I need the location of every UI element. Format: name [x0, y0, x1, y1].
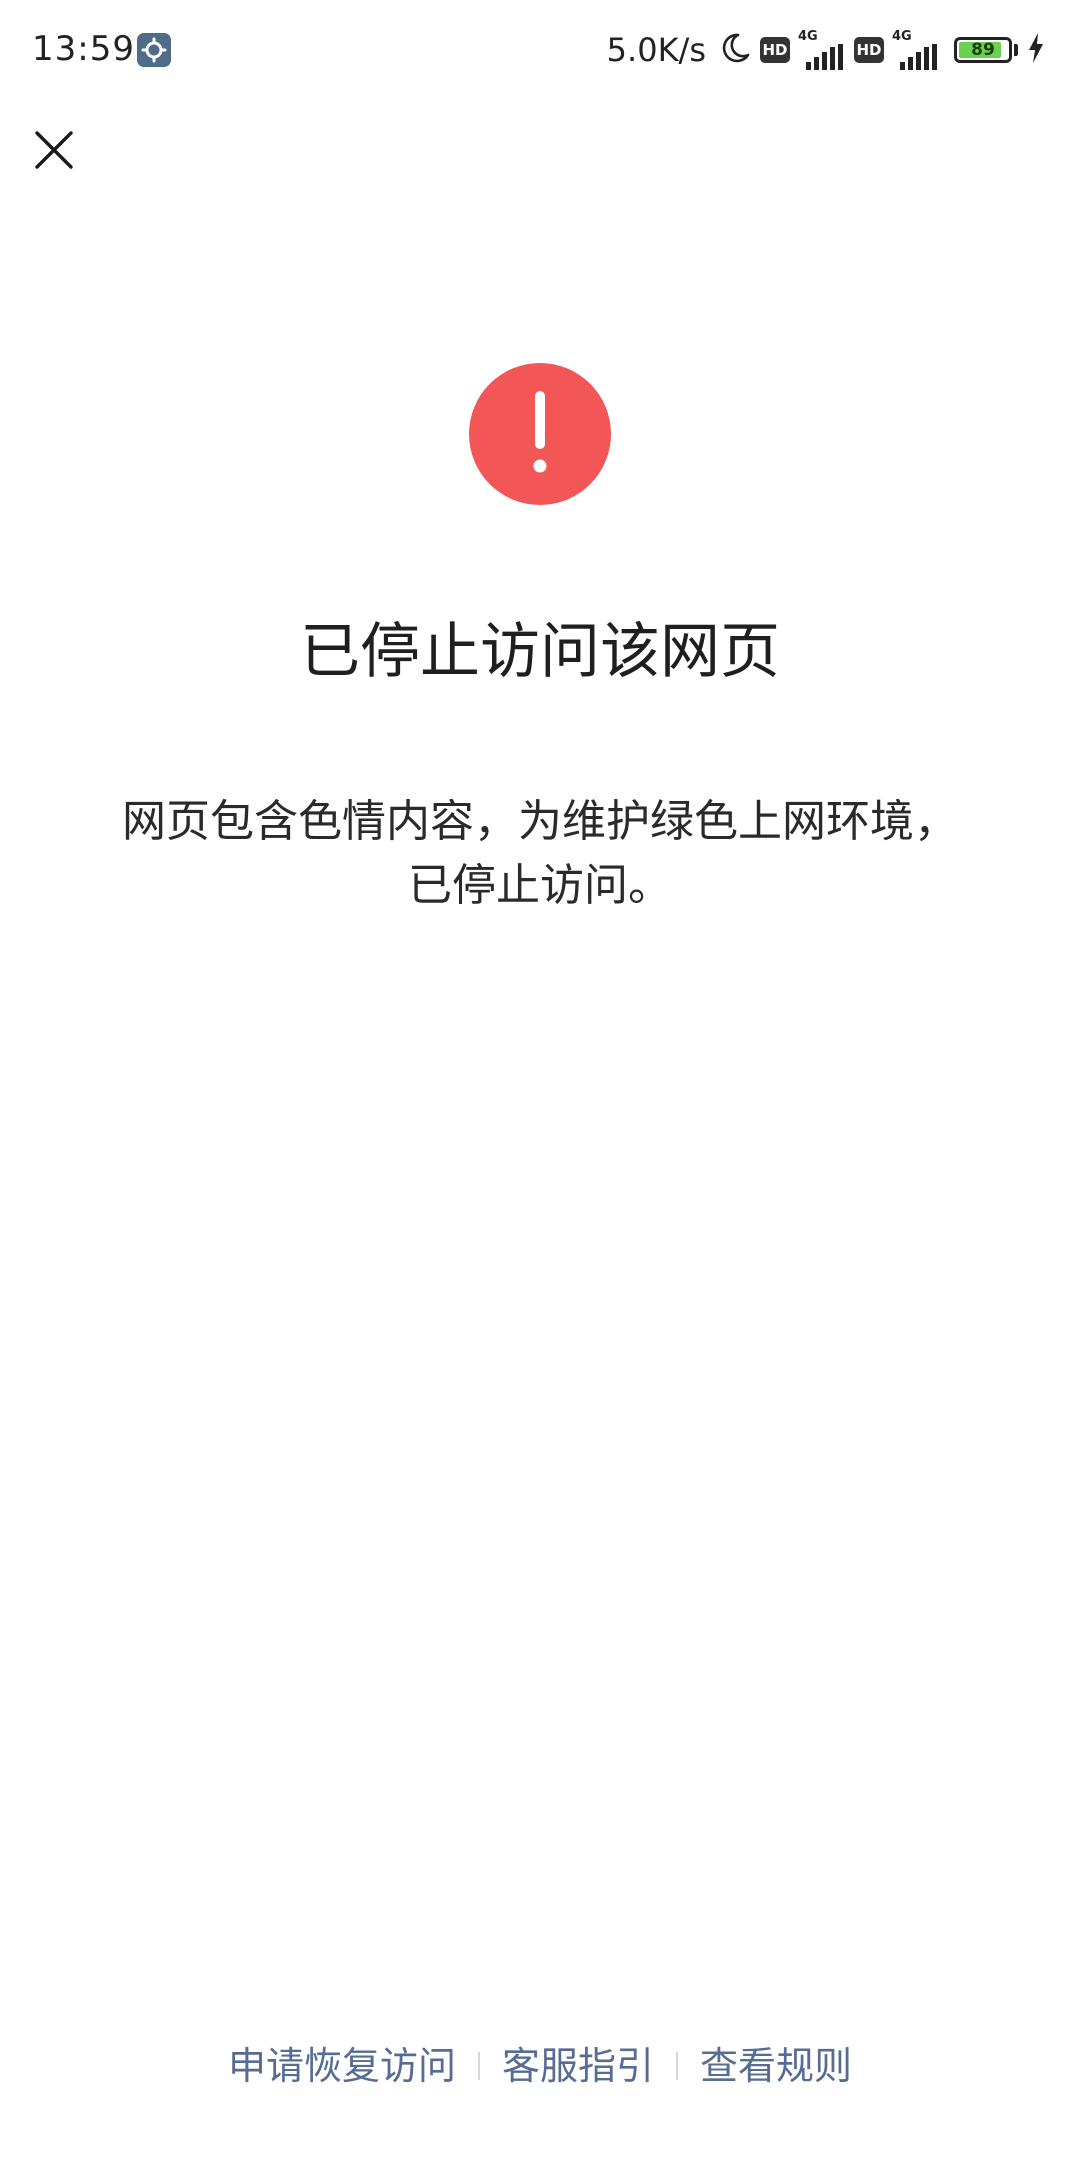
- footer-links: 申请恢复访问 客服指引 查看规则: [0, 2036, 1080, 2096]
- hd-badge-sim1: HD: [760, 37, 790, 63]
- status-bar: 13:59 5.0K/s HD 4G HD 4G 89: [0, 0, 1080, 100]
- customer-service-guide-link[interactable]: 客服指引: [502, 2038, 654, 2094]
- signal-icon-sim2: 4G: [892, 30, 940, 70]
- signal-icon-sim1: 4G: [798, 30, 846, 70]
- footer-divider: [477, 2052, 480, 2080]
- hd-badge-sim2: HD: [854, 37, 884, 63]
- battery-cap: [1014, 44, 1018, 56]
- close-icon: [35, 131, 73, 169]
- page-title: 已停止访问该网页: [300, 617, 780, 687]
- lightning-icon: [1026, 31, 1046, 69]
- network-speed: 5.0K/s: [606, 31, 706, 69]
- description-line-2: 已停止访问。: [408, 860, 672, 911]
- network-type-sim2: 4G: [892, 29, 912, 44]
- view-rules-link[interactable]: 查看规则: [700, 2038, 852, 2094]
- battery-level: 89: [971, 40, 995, 60]
- status-time: 13:59: [32, 29, 135, 69]
- battery-icon: 89: [954, 37, 1012, 63]
- description-line-1: 网页包含色情内容，为维护绿色上网环境，: [122, 796, 958, 847]
- network-type-sim1: 4G: [798, 29, 818, 44]
- close-button[interactable]: [24, 118, 84, 178]
- gear-icon: [137, 33, 171, 67]
- exclamation-icon: [469, 363, 611, 505]
- footer-divider: [676, 2052, 678, 2080]
- status-indicators: 5.0K/s HD 4G HD 4G 89: [607, 28, 1046, 72]
- moon-icon: [718, 31, 752, 69]
- blocked-description: 网页包含色情内容，为维护绿色上网环境， 已停止访问。: [60, 790, 1020, 918]
- request-restore-access-link[interactable]: 申请恢复访问: [228, 2038, 456, 2094]
